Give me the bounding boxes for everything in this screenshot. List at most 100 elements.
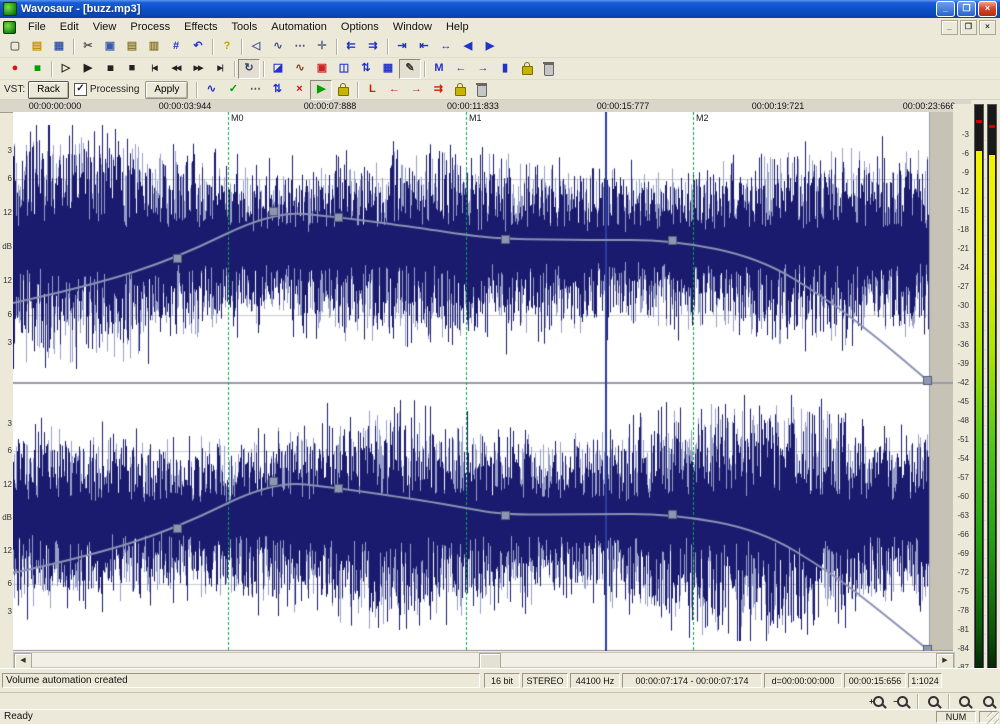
crop-selection-icon[interactable]: # [165,37,187,57]
vst-enable-icon[interactable]: ✓ [222,80,244,100]
marker-block-icon[interactable]: ▮ [494,59,516,79]
toolbar-separator [336,38,337,55]
scroll-left-arrow[interactable]: ◀ [14,653,32,669]
loop-delete-icon[interactable] [471,80,493,100]
paste-icon[interactable]: ▤ [121,37,143,57]
vst-play-icon[interactable]: ▶ [310,79,333,100]
menu-item-help[interactable]: Help [439,21,476,33]
rewind-icon[interactable]: ◀◀ [165,59,187,79]
cut-icon[interactable]: ✂ [77,37,99,57]
scrollbar-thumb[interactable] [479,653,501,669]
marker-block-icon: ▮ [501,62,509,74]
db-scale-label: -51 [957,434,969,444]
vst-rack-button[interactable]: Rack [28,80,69,99]
marker-add-icon[interactable]: M [428,59,450,79]
vst-automation-icon[interactable]: ∿ [200,80,222,100]
zoom-whole-icon[interactable]: ↔ [435,37,457,57]
play-from-start-icon[interactable]: ▷ [55,59,77,79]
db-scale-label: -21 [957,244,969,254]
loop-start-icon[interactable]: ← [383,80,405,100]
menu-item-effects[interactable]: Effects [177,21,224,33]
zoom-in-horizontal-icon[interactable]: ⇥ [391,37,413,57]
play-icon[interactable]: ▶ [77,59,99,79]
interpolate-icon[interactable]: ∿ [267,37,289,57]
menu-item-automation[interactable]: Automation [264,21,334,33]
maximize-button[interactable]: ❐ [957,1,976,17]
loop-playback-icon: ↻ [244,62,254,74]
db-scale-label: -30 [957,301,969,311]
loop-l-icon[interactable]: L [361,80,383,100]
scroll-right-arrow[interactable]: ▶ [936,653,954,669]
marker-delete-icon[interactable] [538,59,560,79]
loop-markers-icon[interactable]: ⇉ [427,80,449,100]
menu-item-window[interactable]: Window [386,21,439,33]
vst-updown-icon[interactable]: ⇅ [266,80,288,100]
processing-checkbox[interactable]: ✓ [73,83,87,96]
waveform-display[interactable] [13,112,955,651]
audio-device-icon[interactable]: ◁ [245,37,267,57]
wavosaur-window: Wavosaur - [buzz.mp3] _ ❐ × File Edit View… [0,0,1000,724]
go-start-icon[interactable]: |◀ [143,59,165,79]
forward-icon[interactable]: ▶▶ [187,59,209,79]
loop-l-icon: L [369,83,376,95]
amplitude-scale-label: 3 [7,146,12,155]
loop-lock-icon [454,83,466,96]
menu-item-options[interactable]: Options [334,21,386,33]
options-dots-icon[interactable]: ⋯ [289,37,311,57]
grid-snap-icon[interactable]: ▦ [377,59,399,79]
new-file-icon: ▢ [9,40,21,52]
paste-special-icon[interactable]: ▥ [143,37,165,57]
channel-mode-icon: ◫ [338,62,350,74]
vst-lock-icon[interactable] [332,80,354,100]
vst-apply-button[interactable]: Apply [145,80,189,99]
help-icon[interactable]: ? [216,37,238,57]
loop-lock-icon[interactable] [449,80,471,100]
copy-icon[interactable]: ▣ [99,37,121,57]
draw-pen-icon[interactable]: ✎ [399,58,421,79]
statistics-icon[interactable]: ∿ [289,59,311,79]
delete-region-icon[interactable]: ▣ [311,59,333,79]
menu-item-edit[interactable]: Edit [53,21,86,33]
insert-audio-icon[interactable]: ◪ [267,59,289,79]
normalize-icon[interactable]: ⇅ [355,59,377,79]
view-back-icon[interactable]: ◀ [457,37,479,57]
menu-item-process[interactable]: Process [123,21,177,33]
record-icon[interactable]: ● [4,59,26,79]
mdi-close-button[interactable]: × [979,19,996,35]
marker-next-icon[interactable]: → [472,59,494,79]
loop-end-icon[interactable]: → [405,80,427,100]
channel-mode-icon[interactable]: ◫ [333,59,355,79]
tools-wrench-icon[interactable]: ✛ [311,37,333,57]
vst-remove-icon[interactable]: × [288,80,310,100]
menu-item-file[interactable]: File [21,21,53,33]
menu-item-tools[interactable]: Tools [225,21,265,33]
zoom-document-icon[interactable]: ⇉ [362,37,384,57]
pause-icon[interactable]: ▮▮ [99,59,121,79]
marker-prev-icon[interactable]: ← [450,59,472,79]
save-file-icon[interactable]: ▦ [48,37,70,57]
resize-grip[interactable] [987,712,999,724]
view-forward-icon[interactable]: ▶ [479,37,501,57]
mdi-minimize-button[interactable]: _ [941,19,958,35]
menu-item-view[interactable]: View [86,21,124,33]
record-pause-icon[interactable]: ▮▮ [26,59,48,79]
open-file-icon[interactable]: ▤ [26,37,48,57]
new-file-icon[interactable]: ▢ [4,37,26,57]
interpolate-icon: ∿ [273,40,283,52]
status-message: Volume automation created [2,673,480,688]
loop-end-icon: → [410,83,422,95]
minimize-button[interactable]: _ [936,1,955,17]
app-icon [3,2,17,16]
loop-playback-icon[interactable]: ↻ [238,58,260,79]
zoom-out-horizontal-icon[interactable]: ⇤ [413,37,435,57]
marker-lock-icon[interactable] [516,59,538,79]
go-end-icon[interactable]: ▶| [209,59,231,79]
vst-bypass-icon[interactable]: ⋯ [244,80,266,100]
horizontal-scrollbar[interactable]: ◀ ▶ [13,652,955,669]
undo-icon[interactable]: ↶ [187,37,209,57]
close-button[interactable]: × [978,1,997,17]
db-scale-label: -27 [957,282,969,292]
mdi-restore-button[interactable]: ❐ [960,19,977,35]
stop-icon[interactable]: ■ [121,59,143,79]
zoom-selection-icon[interactable]: ⇇ [340,37,362,57]
